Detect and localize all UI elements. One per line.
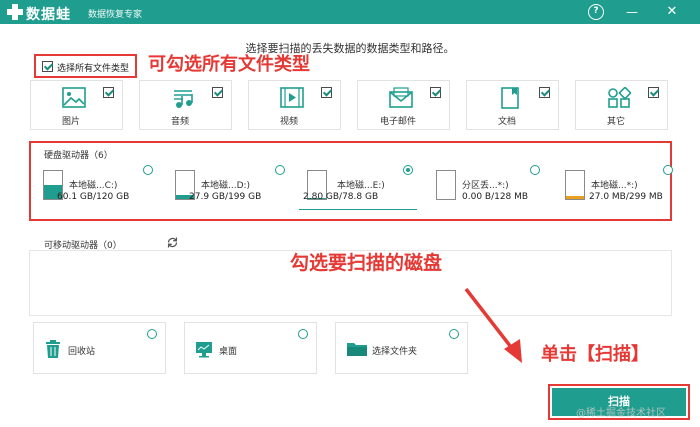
disk-name: 本地磁...E:) xyxy=(337,181,385,191)
file-type-card-other[interactable]: 其它 xyxy=(575,80,668,130)
disk-radio[interactable] xyxy=(143,165,153,175)
file-type-label: 其它 xyxy=(606,117,625,127)
recycle-bin-icon xyxy=(46,340,60,358)
file-type-label: 电子邮件 xyxy=(379,117,416,127)
document-type-checkbox[interactable] xyxy=(539,87,550,98)
location-radio[interactable] xyxy=(298,329,308,339)
disk-item-lost-partition[interactable]: 分区丢...*:) 0.00 B/128 MB xyxy=(424,165,542,210)
disk-name: 分区丢...*:) xyxy=(462,181,509,191)
file-type-label: 视频 xyxy=(279,117,298,127)
annotation-arrow xyxy=(464,287,522,363)
desktop-icon xyxy=(196,342,212,358)
disk-size: 60.1 GB/120 GB xyxy=(57,192,130,202)
disk-size: 0.00 B/128 MB xyxy=(462,192,529,202)
location-desktop[interactable]: 桌面 xyxy=(184,322,317,374)
image-type-checkbox[interactable] xyxy=(103,87,114,98)
disk-name: 本地磁...*:) xyxy=(591,181,638,191)
annotation-select-disk: 勾选要扫描的磁盘 xyxy=(290,252,443,274)
disk-radio[interactable] xyxy=(663,165,673,175)
file-type-card-video[interactable]: 视频 xyxy=(248,80,341,130)
location-label: 选择文件夹 xyxy=(372,347,418,357)
email-icon xyxy=(389,87,413,108)
video-icon xyxy=(280,87,304,108)
disk-name: 本地磁...C:) xyxy=(69,181,118,191)
other-type-checkbox[interactable] xyxy=(648,87,659,98)
annotation-select-all: 可勾选所有文件类型 xyxy=(148,54,310,75)
document-icon xyxy=(501,87,519,109)
disk-radio[interactable] xyxy=(530,165,540,175)
hard-drive-icon xyxy=(436,170,456,200)
watermark: @稀土掘金技术社区 xyxy=(576,408,666,419)
disk-name: 本地磁...D:) xyxy=(201,181,251,191)
file-type-card-document[interactable]: 文档 xyxy=(466,80,559,130)
disk-item-d[interactable]: 本地磁...D:) 27.9 GB/199 GB xyxy=(163,165,285,210)
disk-size: 2.80 GB/78.8 GB xyxy=(303,192,379,202)
audio-type-checkbox[interactable] xyxy=(212,87,223,98)
disk-item-other[interactable]: 本地磁...*:) 27.0 MB/299 MB xyxy=(553,165,673,210)
location-radio[interactable] xyxy=(449,329,459,339)
minimize-button[interactable]: — xyxy=(624,4,640,20)
music-icon xyxy=(174,90,193,108)
location-radio[interactable] xyxy=(147,329,157,339)
email-type-checkbox[interactable] xyxy=(430,87,441,98)
select-all-label[interactable]: 选择所有文件类型 xyxy=(57,61,129,74)
location-label: 桌面 xyxy=(219,347,238,357)
other-icon xyxy=(608,87,631,108)
disk-usage-fill xyxy=(566,196,584,199)
location-recycle-bin[interactable]: 回收站 xyxy=(33,322,166,374)
location-choose-folder[interactable]: 选择文件夹 xyxy=(335,322,468,374)
file-type-label: 音频 xyxy=(170,117,189,127)
disk-section-title: 硬盘驱动器（6） xyxy=(44,151,113,161)
video-type-checkbox[interactable] xyxy=(321,87,332,98)
folder-icon xyxy=(347,343,367,356)
image-icon xyxy=(62,87,86,108)
help-icon[interactable]: ? xyxy=(588,4,604,20)
location-label: 回收站 xyxy=(68,347,96,357)
disk-item-e[interactable]: 本地磁...E:) 2.80 GB/78.8 GB xyxy=(299,165,417,210)
refresh-icon[interactable] xyxy=(166,236,179,249)
file-type-label: 图片 xyxy=(61,117,80,127)
disk-radio[interactable] xyxy=(275,165,285,175)
select-all-highlight: 选择所有文件类型 xyxy=(34,54,137,78)
hard-drive-icon xyxy=(565,170,585,200)
close-button[interactable]: ✕ xyxy=(664,4,680,20)
file-type-card-email[interactable]: 电子邮件 xyxy=(357,80,450,130)
disk-size: 27.9 GB/199 GB xyxy=(189,192,262,202)
disk-item-c[interactable]: 本地磁...C:) 60.1 GB/120 GB xyxy=(31,165,153,210)
logo-plus-icon xyxy=(7,4,23,20)
app-subtitle: 数据恢复专家 xyxy=(88,10,143,20)
title-bar: 数据蛙 数据恢复专家 ? — ✕ xyxy=(0,0,700,24)
file-type-card-image[interactable]: 图片 xyxy=(30,80,123,130)
disk-radio[interactable] xyxy=(403,165,413,175)
disk-size: 27.0 MB/299 MB xyxy=(589,192,663,202)
annotation-click-scan: 单击【扫描】 xyxy=(541,344,649,365)
file-type-card-audio[interactable]: 音频 xyxy=(139,80,232,130)
file-type-label: 文档 xyxy=(497,117,516,127)
select-all-checkbox[interactable] xyxy=(42,61,53,72)
app-name: 数据蛙 xyxy=(26,7,71,23)
